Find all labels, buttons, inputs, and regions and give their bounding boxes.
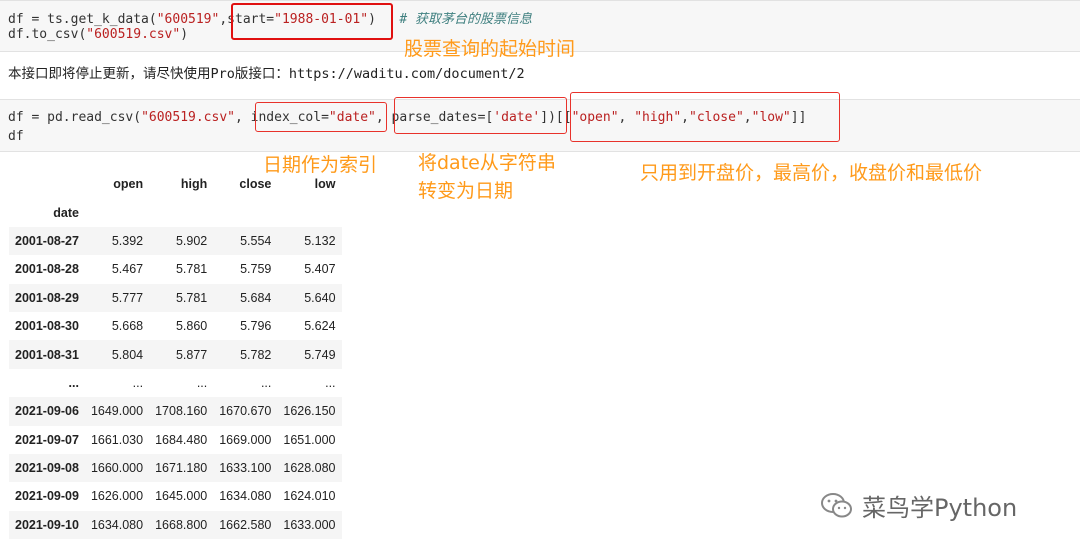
table-cell: ... <box>132 375 144 390</box>
code-line-4: df <box>8 129 24 144</box>
table-cell: 5.777 <box>111 290 144 305</box>
table-cell: ... <box>325 375 336 390</box>
table-cell: 5.877 <box>175 347 208 362</box>
table-cell: 5.860 <box>175 319 208 334</box>
wechat-icon <box>821 492 852 517</box>
table-header-row: open high close low <box>9 170 342 198</box>
row-index: 2001-08-28 <box>15 262 79 277</box>
deprecation-notice: 本接口即将停止更新，请尽快使用Pro版接口：https://waditu.com… <box>8 66 525 82</box>
table-cell: 1660.000 <box>90 461 144 476</box>
table-cell: 1634.080 <box>219 489 272 504</box>
row-index: 2001-08-27 <box>15 233 79 248</box>
table-row: 2021-09-07 1661.030 1684.480 1669.000 1651.0… <box>9 426 342 454</box>
table-cell: 5.132 <box>304 233 336 248</box>
table-row: 2001-08-29 5.777 5.781 5.684 5.640 <box>9 283 342 312</box>
column-header: low <box>314 177 336 192</box>
table-cell: 1669.000 <box>219 432 272 447</box>
table-cell: 1626.150 <box>283 404 336 419</box>
column-header: open <box>113 177 144 192</box>
table-cell: 5.796 <box>240 319 272 334</box>
table-cell: 5.668 <box>111 319 144 334</box>
table-cell: 5.804 <box>111 347 144 362</box>
table-cell: 1645.000 <box>155 489 208 504</box>
table-cell: 5.749 <box>304 347 336 362</box>
table-cell: 1651.000 <box>283 432 336 447</box>
table-row: 2021-09-08 1660.000 1671.180 1633.100 1628.0… <box>9 453 342 483</box>
columns-highlight <box>570 92 840 142</box>
row-index: 2021-09-08 <box>15 461 79 476</box>
table-row: 2001-08-27 5.392 5.902 5.554 5.132 <box>9 226 342 256</box>
row-index: 2021-09-09 <box>15 489 79 504</box>
table-cell: 1626.000 <box>90 489 144 504</box>
table-cell: 1670.670 <box>219 404 272 419</box>
row-index: 2021-09-06 <box>15 404 79 419</box>
annotation-start-date: 股票查询的起始时间 <box>404 38 576 60</box>
table-row: 2021-09-06 1649.000 1708.160 1670.670 1626.1… <box>9 397 342 426</box>
table-cell: 5.781 <box>175 290 208 305</box>
annotation-parse-line-2: 转变为日期 <box>418 180 514 202</box>
table-row: 2021-09-10 1634.080 1668.800 1662.580 1633.0… <box>9 510 342 540</box>
watermark: 菜鸟学Python <box>820 488 1017 523</box>
column-header: high <box>180 177 208 192</box>
table-cell: ... <box>260 375 272 390</box>
corner-header <box>9 170 85 198</box>
table-cell: 5.640 <box>304 290 336 305</box>
index-name-row: date <box>9 198 342 226</box>
annotation-columns: 只用到开盘价，最高价，收盘价和最低价 <box>640 162 983 184</box>
table-cell: 1633.000 <box>283 517 336 532</box>
table-cell: 5.392 <box>111 233 144 248</box>
table-row: ............... <box>9 369 342 397</box>
table-cell: 5.554 <box>240 233 272 248</box>
table-cell: 5.624 <box>304 319 336 334</box>
row-index: 2001-08-29 <box>15 290 79 305</box>
table-cell: 5.782 <box>240 347 272 362</box>
column-header: close <box>239 177 272 192</box>
table-cell: 1634.080 <box>90 517 144 532</box>
table-cell: 1668.800 <box>155 517 208 532</box>
annotation-parse-line-1: 将date从字符串 <box>418 152 556 174</box>
table-cell: 5.902 <box>175 233 208 248</box>
table-row: 2001-08-30 5.668 5.860 5.796 5.624 <box>9 312 342 340</box>
row-index: 2001-08-31 <box>15 347 79 362</box>
code-line-2: df.to_csv("600519.csv") <box>8 27 189 42</box>
table-cell: 1649.000 <box>90 404 144 419</box>
table-cell: 1708.160 <box>155 404 208 419</box>
start-param-highlight <box>231 3 393 40</box>
table-cell: 1628.080 <box>283 461 336 476</box>
table-cell: 1684.480 <box>155 432 208 447</box>
index-name: date <box>53 205 79 220</box>
table-cell: 5.781 <box>175 262 208 277</box>
table-row: 2021-09-09 1626.000 1645.000 1634.080 1624.0… <box>9 482 342 510</box>
parse-dates-highlight <box>394 97 567 134</box>
table-cell: 1633.100 <box>219 461 272 476</box>
table-cell: 1661.030 <box>90 432 144 447</box>
table-cell: 1624.010 <box>283 489 336 504</box>
table-cell: 1662.580 <box>219 517 272 532</box>
table-cell: ... <box>196 375 208 390</box>
row-index: 2021-09-10 <box>15 517 79 532</box>
row-index: ... <box>68 375 79 390</box>
dataframe-table: open high close low date 2001-08-27 5.392… <box>9 170 342 540</box>
table-cell: 1671.180 <box>155 461 208 476</box>
table-row: 2001-08-31 5.804 5.877 5.782 5.749 <box>9 340 342 369</box>
row-index: 2001-08-30 <box>15 319 79 334</box>
table-cell: 5.759 <box>240 262 272 277</box>
row-index: 2021-09-07 <box>15 432 79 447</box>
table-cell: 5.467 <box>111 262 144 277</box>
table-cell: 5.407 <box>304 262 336 277</box>
table-row: 2001-08-28 5.467 5.781 5.759 5.407 <box>9 255 342 283</box>
table-cell: 5.684 <box>240 290 272 305</box>
index-col-highlight <box>255 102 387 132</box>
code-comment: # 获取茅台的股票信息 <box>399 12 533 27</box>
